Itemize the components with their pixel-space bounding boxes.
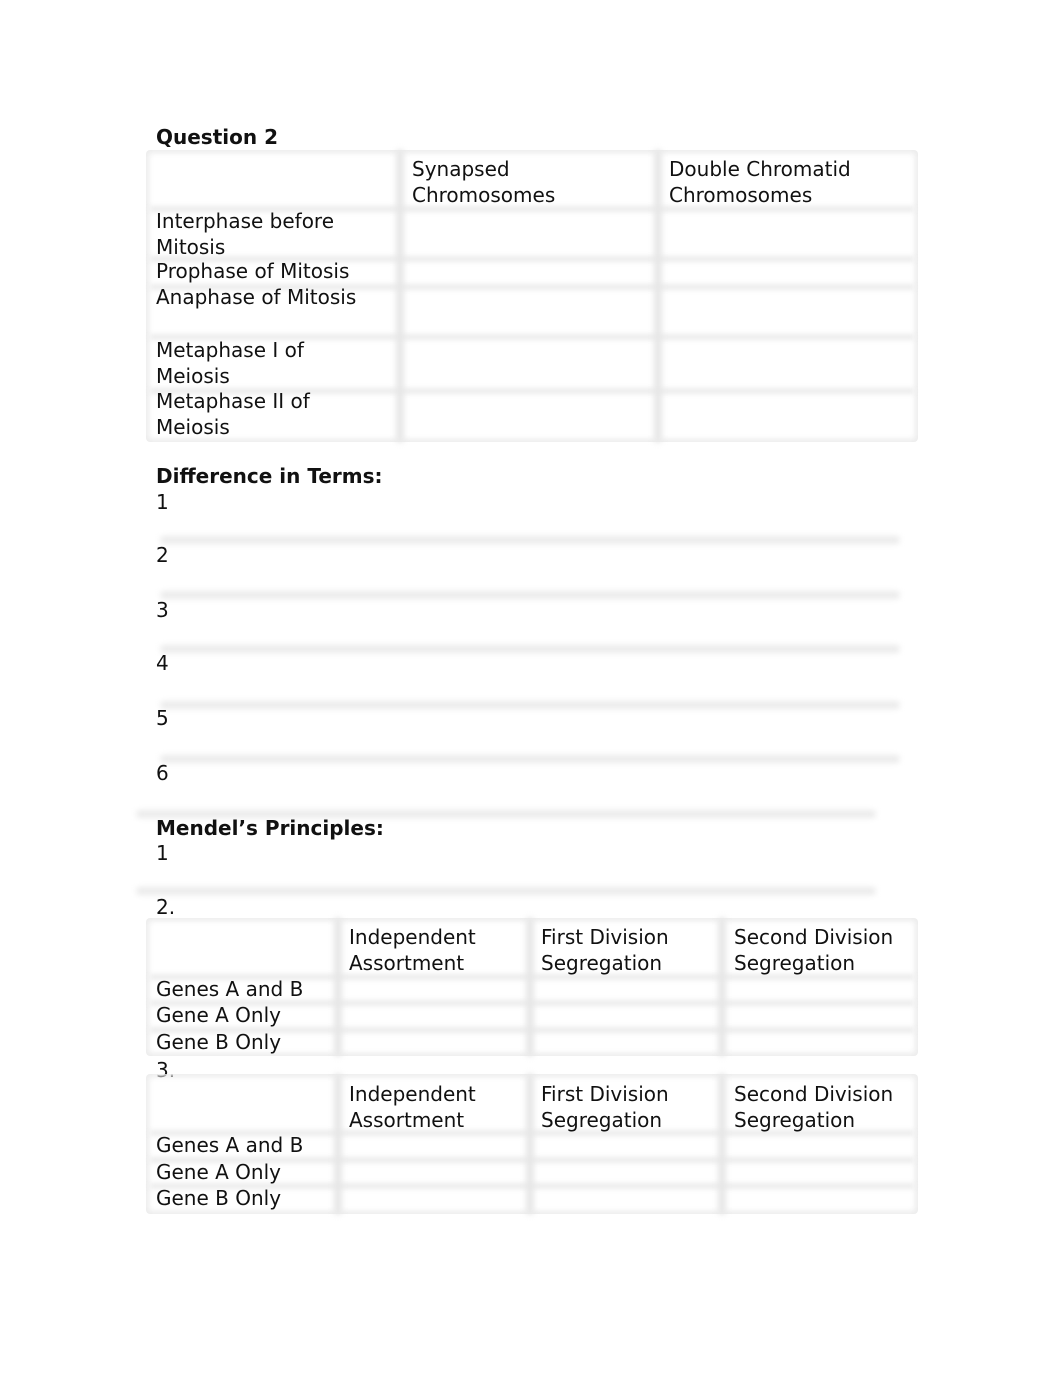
answer-line[interactable] — [160, 536, 900, 544]
column-divider — [334, 918, 342, 1056]
row-label: Anaphase of Mitosis — [156, 285, 357, 309]
column-header: Second Division Segregation — [734, 925, 894, 975]
column-header: Second Division Segregation — [734, 1082, 894, 1132]
row-label: Gene B Only — [156, 1186, 282, 1210]
gene-segregation-table-2: Independent Assortment First Division Se… — [146, 918, 918, 1056]
list-item-number: 6 — [156, 761, 169, 785]
list-item-number: 4 — [156, 651, 169, 675]
difference-heading: Difference in Terms: — [156, 464, 383, 488]
column-header: Synapsed Chromosomes — [412, 157, 556, 207]
list-item-number: 1 — [156, 490, 169, 514]
answer-line[interactable] — [160, 645, 900, 653]
answer-line[interactable] — [160, 701, 900, 709]
list-item-number: 2. — [156, 895, 176, 919]
answer-line[interactable] — [160, 755, 900, 763]
row-label: Gene A Only — [156, 1160, 281, 1184]
column-divider — [718, 918, 726, 1056]
column-divider — [334, 1074, 342, 1214]
row-label: Interphase before Mitosis — [156, 209, 335, 259]
column-header: Independent Assortment — [349, 925, 476, 975]
answer-line[interactable] — [160, 591, 900, 599]
list-item-number: 1 — [156, 841, 169, 865]
chromosome-table: Synapsed Chromosomes Double Chromatid Ch… — [146, 150, 918, 442]
column-divider — [526, 1074, 534, 1214]
list-item-number: 5 — [156, 706, 169, 730]
mendel-heading: Mendel’s Principles: — [156, 816, 384, 840]
column-divider — [396, 150, 404, 442]
column-header: Independent Assortment — [349, 1082, 476, 1132]
row-label: Gene B Only — [156, 1030, 282, 1054]
column-divider — [654, 150, 662, 442]
column-header: First Division Segregation — [541, 1082, 669, 1132]
column-header: First Division Segregation — [541, 925, 669, 975]
row-label: Genes A and B — [156, 977, 304, 1001]
row-label: Gene A Only — [156, 1003, 281, 1027]
gene-segregation-table-3: Independent Assortment First Division Se… — [146, 1074, 918, 1214]
row-label: Metaphase II of Meiosis — [156, 389, 310, 439]
list-item-number: 3 — [156, 598, 169, 622]
column-divider — [526, 918, 534, 1056]
answer-line[interactable] — [136, 887, 876, 895]
list-item-number: 2 — [156, 543, 169, 567]
row-label: Metaphase I of Meiosis — [156, 338, 304, 388]
column-header: Double Chromatid Chromosomes — [669, 157, 851, 207]
row-label: Prophase of Mitosis — [156, 259, 350, 283]
row-label: Genes A and B — [156, 1133, 304, 1157]
question-2-heading: Question 2 — [156, 125, 278, 149]
column-divider — [718, 1074, 726, 1214]
